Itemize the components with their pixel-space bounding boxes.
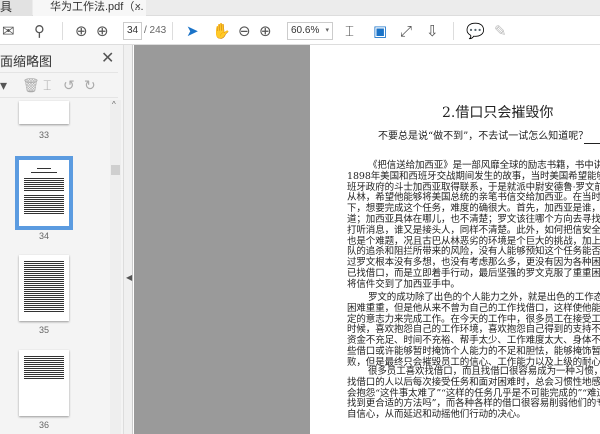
options-dropdown-icon[interactable]: ▾ bbox=[0, 77, 7, 94]
delete-icon[interactable]: 🗑 bbox=[22, 77, 40, 94]
document-background bbox=[134, 45, 310, 434]
divider bbox=[453, 22, 454, 40]
sidebar-title: 页面缩略图 bbox=[0, 54, 53, 69]
chapter-title: 2.借口只会摧毁你 bbox=[442, 105, 554, 121]
pdf-page: 2.借口只会摧毁你 不要总是说“做不到”，不去试一试怎么知道呢？ 《把信送给加西… bbox=[310, 45, 600, 434]
comment-icon[interactable]: 💬 bbox=[466, 21, 485, 41]
divider bbox=[172, 22, 173, 40]
sidebar-scrollbar[interactable]: ^ bbox=[110, 100, 121, 434]
page-thumbnail-selected[interactable] bbox=[15, 156, 73, 230]
sidebar-tools: ▾ 🗑 ⌶ ↺ ↻ bbox=[0, 72, 118, 98]
scrollbar-thumb[interactable] bbox=[111, 165, 120, 175]
tab-close-icon[interactable]: × bbox=[135, 0, 141, 14]
text-line: 困难重重，但是他从来不曾为自己的工作找借口，这样使他能够保 bbox=[347, 302, 600, 314]
highlight-pen-icon[interactable]: ✎ bbox=[494, 21, 507, 41]
zoom-select[interactable]: 60.6% ▾ bbox=[287, 22, 333, 40]
zoom-value: 60.6% bbox=[291, 25, 320, 36]
search-icon[interactable]: ⚲ bbox=[34, 21, 45, 41]
text-line: 1898年美国和西班牙交战期间发生的故事，当时美国希望能够和反 bbox=[347, 170, 600, 182]
thumbnail-sidebar: 页面缩略图 ✕ ▾ 🗑 ⌶ ↺ ↻ 33 34 35 36 ^ bbox=[0, 45, 124, 434]
full-screen-icon[interactable]: ⤢ bbox=[400, 21, 412, 41]
fit-page-icon[interactable]: ⌶ bbox=[345, 21, 354, 41]
zoom-out-icon[interactable]: ⊖ bbox=[238, 21, 251, 41]
read-mode-icon[interactable]: ⇩ bbox=[426, 21, 439, 41]
sidebar-collapse-handle[interactable]: ◀ bbox=[124, 45, 133, 434]
thumbnail-label: 36 bbox=[38, 420, 49, 430]
previous-page-icon[interactable]: ⊕ bbox=[75, 21, 88, 41]
chevron-down-icon: ▾ bbox=[325, 27, 329, 34]
tab-document[interactable]: 华为工作法.pdf（... × bbox=[33, 0, 146, 16]
tab-bar: 工具 华为工作法.pdf（... × bbox=[0, 0, 600, 16]
text-line: 自信心，从而延迟和动摇他们行动的决心。 bbox=[347, 409, 526, 421]
text-line: 将信件交到了加西亚手中。 bbox=[347, 278, 460, 290]
scroll-mode-icon[interactable]: ▣ bbox=[373, 21, 387, 41]
page-thumbnail[interactable] bbox=[19, 101, 69, 124]
collapse-arrow-icon: ◀ bbox=[126, 273, 133, 282]
select-cursor-icon[interactable]: ➤ bbox=[186, 21, 199, 41]
page-thumbnail[interactable] bbox=[19, 350, 69, 416]
paragraph: 罗文的成功除了出色的个人能力之外，就是出色的工作态度。 困难重重，但是他从来不曾为… bbox=[347, 292, 600, 369]
thumbnail-label: 33 bbox=[38, 130, 49, 140]
zoom-in-icon[interactable]: ⊕ bbox=[259, 21, 272, 41]
rotate-right-icon[interactable]: ↻ bbox=[84, 77, 96, 94]
next-page-icon[interactable]: ⊕ bbox=[96, 21, 109, 41]
thumbnail-label: 34 bbox=[38, 231, 49, 241]
close-icon[interactable]: ✕ bbox=[101, 48, 114, 68]
text-line: 找借口的人以后每次接受任务和面对困难时，总会习惯性地感到恐 bbox=[347, 376, 600, 388]
tab-document-label: 华为工作法.pdf（... bbox=[50, 1, 144, 13]
hand-tool-icon[interactable]: ✋ bbox=[212, 21, 231, 41]
toolbar: ✉ ⚲ ⊕ ⊕ 34 / 243 ➤ ✋ ⊖ ⊕ 60.6% ▾ ⌶ ▣ ⤢ ⇩ … bbox=[0, 16, 600, 45]
attribution-dash bbox=[584, 143, 600, 144]
paragraph: 《把信送给加西亚》是一部风靡全球的励志书籍，书中讲述的 1898年美国和西班牙交战… bbox=[347, 160, 600, 291]
page-thumbnail[interactable] bbox=[19, 255, 69, 321]
page-total: / 243 bbox=[144, 25, 167, 36]
thumbnail-label: 35 bbox=[38, 325, 49, 335]
extract-icon[interactable]: ⌶ bbox=[43, 77, 51, 94]
tab-tools[interactable]: 工具 bbox=[0, 0, 32, 16]
email-icon[interactable]: ✉ bbox=[2, 21, 15, 41]
rotate-left-icon[interactable]: ↺ bbox=[63, 77, 75, 94]
scroll-up-icon[interactable]: ^ bbox=[112, 100, 116, 109]
page-number-input[interactable]: 34 bbox=[123, 22, 142, 40]
paragraph: 很多员工喜欢找借口，而且找借口很容易成为一种习惯，那些 找借口的人以后每次接受任务… bbox=[347, 366, 600, 421]
divider bbox=[62, 22, 63, 40]
chapter-subtitle: 不要总是说“做不到”，不去试一试怎么知道呢？ bbox=[378, 131, 589, 142]
text-line: 打听消息，谁又是接头人，同样不清楚。此外，如何把信安全地送 bbox=[347, 224, 600, 236]
